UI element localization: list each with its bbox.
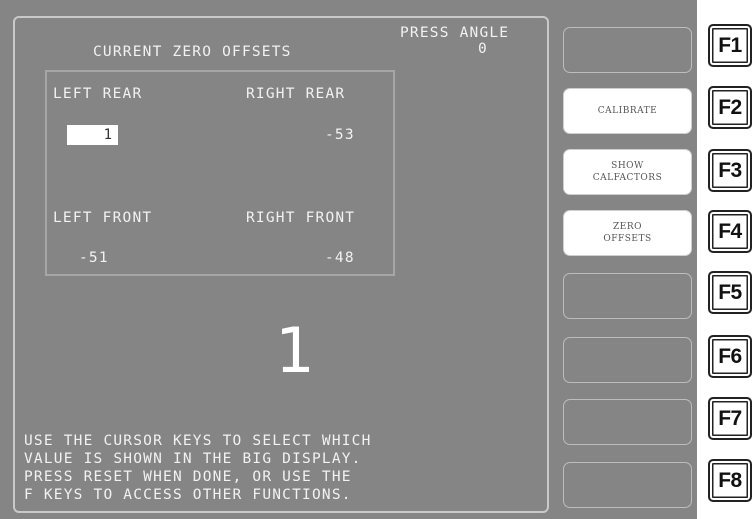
left-rear-value-field[interactable]: 1 <box>67 125 118 145</box>
display-screen: PRESS ANGLE 0 CURRENT ZERO OFFSETS LEFT … <box>0 0 697 519</box>
f2-key-label: F2 <box>718 95 742 119</box>
softkey-f8[interactable] <box>563 462 692 508</box>
softkey-calibrate[interactable]: CALIBRATE <box>563 88 692 134</box>
softkey-f1[interactable] <box>563 27 692 73</box>
softkey-zero-offsets-label: ZERO OFFSETS <box>603 222 652 244</box>
softkey-calibrate-label: CALIBRATE <box>597 106 658 116</box>
left-front-value[interactable]: -51 <box>79 250 109 266</box>
f8-key[interactable]: F8 <box>708 459 752 502</box>
f6-key[interactable]: F6 <box>708 335 752 378</box>
softkey-show-calfactors[interactable]: SHOW CALFACTORS <box>563 149 692 195</box>
press-angle-label: PRESS ANGLE <box>400 25 510 41</box>
f1-key-label: F1 <box>718 33 742 57</box>
f7-key-label: F7 <box>718 406 742 430</box>
page-title: CURRENT ZERO OFFSETS <box>93 44 292 60</box>
f5-key-label: F5 <box>718 280 742 304</box>
softkey-f5[interactable] <box>563 273 692 319</box>
right-front-label: RIGHT FRONT <box>246 210 356 226</box>
f5-key[interactable]: F5 <box>708 271 752 314</box>
left-front-label: LEFT FRONT <box>53 210 153 226</box>
softkey-f7[interactable] <box>563 399 692 445</box>
instruction-line-2: VALUE IS SHOWN IN THE BIG DISPLAY. <box>24 451 362 467</box>
instruction-line-4: F KEYS TO ACCESS OTHER FUNCTIONS. <box>24 487 352 503</box>
instruction-line-3: PRESS RESET WHEN DONE, OR USE THE <box>24 469 352 485</box>
f6-key-label: F6 <box>718 344 742 368</box>
f3-key[interactable]: F3 <box>708 149 752 192</box>
right-rear-label: RIGHT REAR <box>246 86 346 102</box>
f1-key[interactable]: F1 <box>708 24 752 67</box>
f2-key[interactable]: F2 <box>708 86 752 129</box>
right-front-value[interactable]: -48 <box>325 250 355 266</box>
f4-key[interactable]: F4 <box>708 210 752 253</box>
f3-key-label: F3 <box>718 158 742 182</box>
softkey-zero-offsets[interactable]: ZERO OFFSETS <box>563 210 692 256</box>
big-display-value: 1 <box>275 314 315 387</box>
left-rear-label: LEFT REAR <box>53 86 143 102</box>
f7-key[interactable]: F7 <box>708 397 752 440</box>
f4-key-label: F4 <box>718 219 742 243</box>
press-angle-value: 0 <box>478 41 488 57</box>
f8-key-label: F8 <box>718 468 742 492</box>
softkey-f6[interactable] <box>563 337 692 383</box>
softkey-show-calfactors-label: SHOW CALFACTORS <box>592 161 663 183</box>
instruction-line-1: USE THE CURSOR KEYS TO SELECT WHICH <box>24 433 372 449</box>
right-rear-value[interactable]: -53 <box>325 127 355 143</box>
